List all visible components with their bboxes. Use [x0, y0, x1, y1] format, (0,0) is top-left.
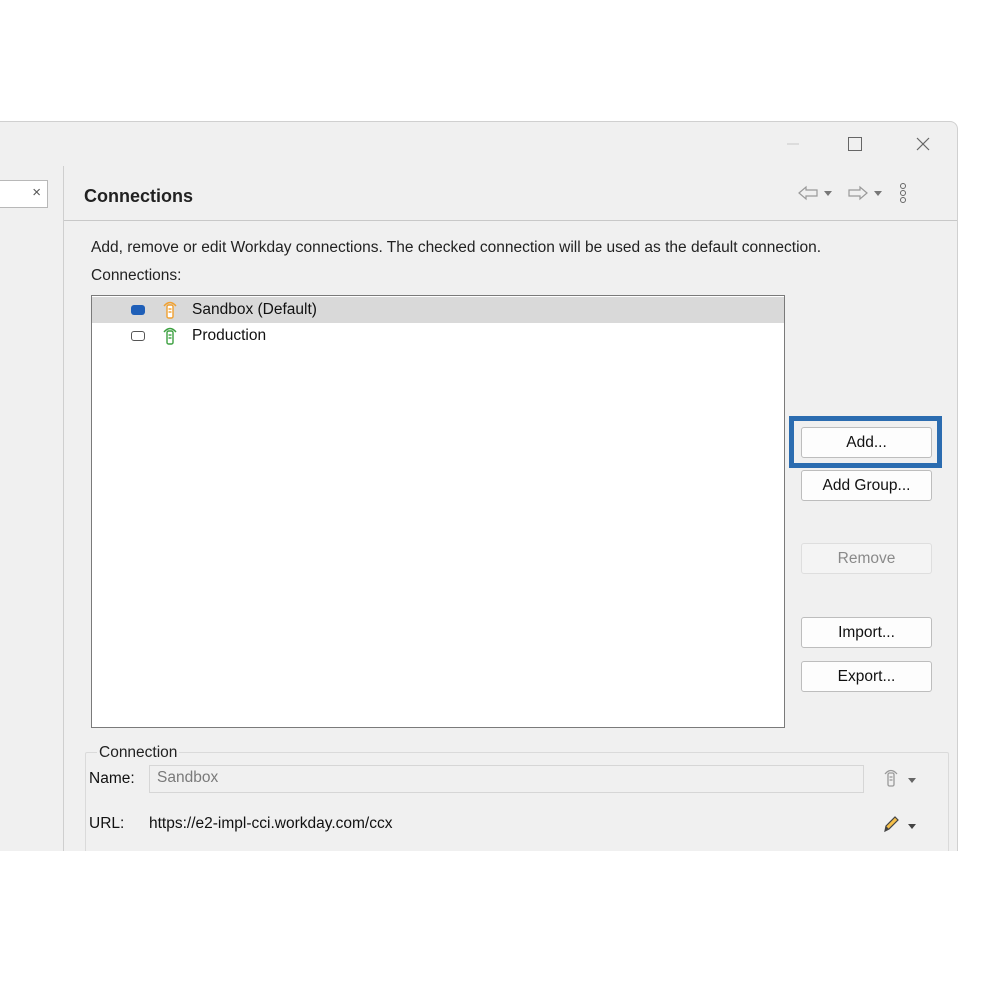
back-arrow-icon[interactable] — [797, 185, 819, 201]
preferences-window: × Connections Add, remove or edit Workda… — [0, 121, 958, 851]
page-title: Connections — [84, 186, 194, 206]
connection-group-legend: Connection — [97, 744, 180, 762]
connection-type-selector[interactable] — [881, 768, 917, 793]
preferences-tree-pane: × — [0, 166, 64, 851]
maximize-icon[interactable] — [832, 122, 878, 166]
connection-orange-icon — [160, 300, 180, 325]
add-button[interactable]: Add... — [801, 427, 932, 458]
connection-name: Production — [192, 327, 267, 344]
connections-label: Connections: — [91, 267, 182, 284]
page-nav-toolbar — [797, 182, 907, 204]
clear-filter-icon[interactable]: × — [32, 184, 41, 201]
export-button[interactable]: Export... — [801, 661, 932, 692]
title-bar — [0, 122, 957, 166]
connection-name: Sandbox (Default) — [192, 301, 317, 318]
remove-button[interactable]: Remove — [801, 543, 932, 574]
url-label: URL: — [89, 815, 125, 832]
add-group-button[interactable]: Add Group... — [801, 470, 932, 501]
url-value: https://e2-impl-cci.workday.com/ccx — [149, 815, 393, 832]
preference-page: Connections Add, remove or edit Workday … — [64, 166, 957, 851]
minimize-icon[interactable] — [770, 122, 816, 166]
default-checkbox[interactable] — [131, 331, 145, 341]
page-description: Add, remove or edit Workday connections.… — [91, 239, 822, 256]
back-dropdown-icon[interactable] — [823, 188, 833, 198]
chevron-down-icon[interactable] — [907, 772, 917, 790]
more-icon[interactable] — [899, 182, 907, 204]
connection-gray-icon — [881, 768, 901, 793]
filter-input[interactable]: × — [0, 180, 48, 208]
list-item[interactable]: Production — [92, 323, 784, 349]
close-icon[interactable] — [900, 122, 946, 166]
list-item[interactable]: Sandbox (Default) — [92, 297, 784, 323]
edit-url-selector[interactable] — [881, 814, 917, 839]
name-field[interactable]: Sandbox — [149, 765, 864, 793]
forward-arrow-icon[interactable] — [847, 185, 869, 201]
forward-dropdown-icon[interactable] — [873, 188, 883, 198]
pencil-icon[interactable] — [881, 814, 901, 839]
import-button[interactable]: Import... — [801, 617, 932, 648]
connections-list[interactable]: Sandbox (Default) Production — [91, 295, 785, 728]
page-header: Connections — [64, 166, 957, 221]
chevron-down-icon[interactable] — [907, 818, 917, 836]
default-checkbox[interactable] — [131, 305, 145, 315]
name-label: Name: — [89, 770, 135, 787]
connection-green-icon — [160, 326, 180, 351]
